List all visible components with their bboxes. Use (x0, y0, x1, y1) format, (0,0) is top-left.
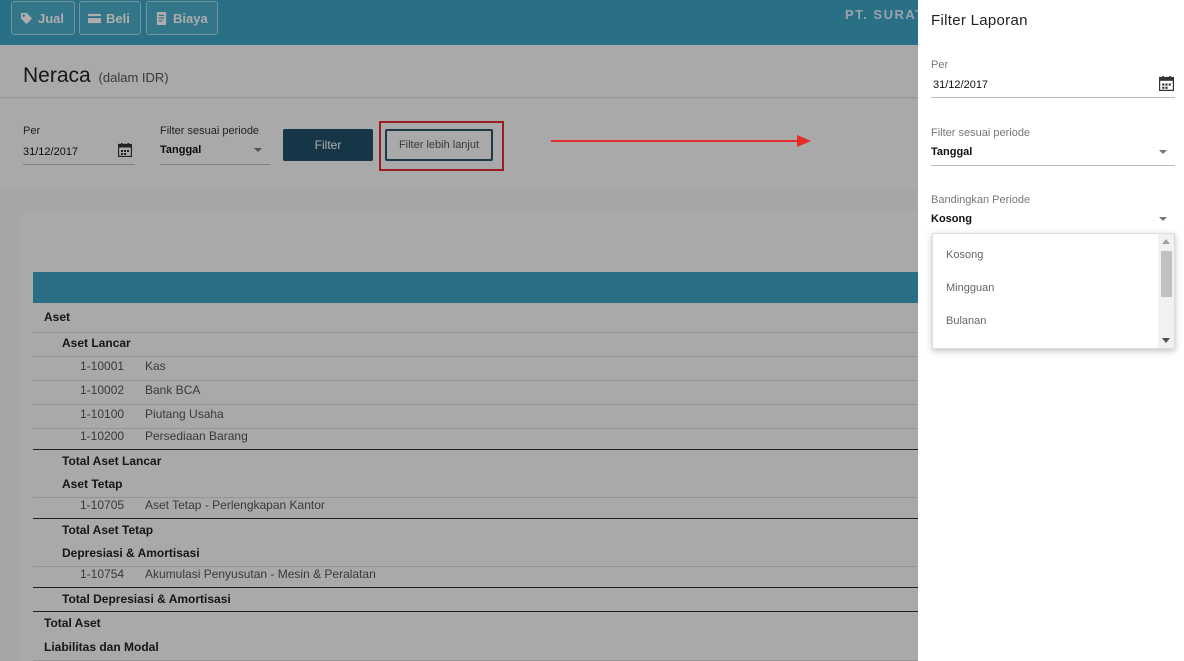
scroll-up-icon[interactable] (1162, 239, 1170, 244)
calendar-icon[interactable] (1159, 76, 1174, 91)
drawer-compare-select[interactable]: Kosong (931, 213, 972, 225)
drawer-per-input[interactable]: 31/12/2017 (933, 79, 988, 91)
drawer-per-label: Per (931, 59, 949, 71)
drawer-per-underline (931, 97, 1175, 98)
chevron-down-icon (1159, 217, 1167, 221)
dropdown-option-kosong[interactable]: Kosong (946, 249, 983, 261)
drawer-compare-label: Bandingkan Periode (931, 194, 1031, 206)
drawer-period-label: Filter sesuai periode (931, 127, 1031, 139)
dropdown-scrollbar[interactable] (1158, 234, 1174, 348)
arrow-annotation (551, 135, 811, 147)
balance-sheet-page: Jual Beli Biaya PT. SURAT Neraca (dalam … (0, 0, 918, 661)
dropdown-option-bulanan[interactable]: Bulanan (946, 315, 986, 327)
drawer-period-select[interactable]: Tanggal (931, 146, 972, 158)
scroll-down-icon[interactable] (1162, 338, 1170, 343)
overlay-backdrop[interactable] (0, 0, 918, 661)
scroll-thumb[interactable] (1161, 251, 1172, 297)
drawer-period-underline (931, 165, 1175, 166)
chevron-down-icon (1159, 150, 1167, 154)
compare-dropdown-list: Kosong Mingguan Bulanan (932, 233, 1175, 349)
dropdown-option-mingguan[interactable]: Mingguan (946, 282, 994, 294)
drawer-title: Filter Laporan (931, 12, 1028, 29)
